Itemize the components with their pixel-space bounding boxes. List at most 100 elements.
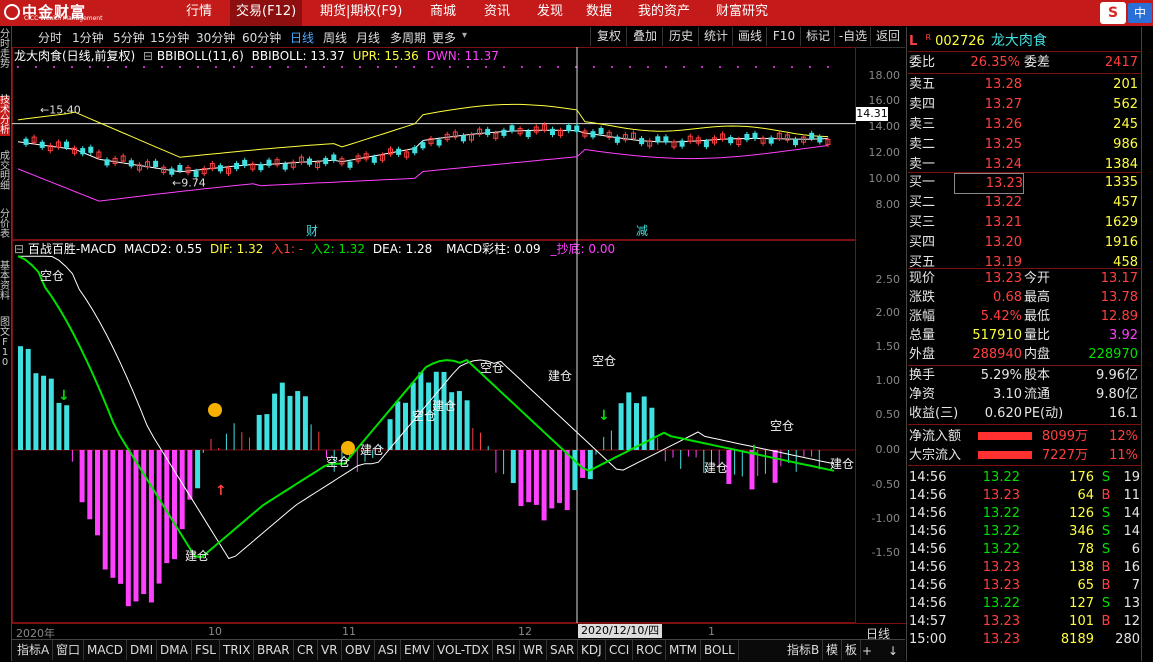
indicator-tab-cr[interactable]: CR	[294, 640, 318, 660]
candle-body	[128, 160, 134, 167]
indicator-tab-kdj[interactable]: KDJ	[578, 640, 606, 660]
indicator-right-tab-2[interactable]: 板	[842, 640, 862, 660]
menu-item-2[interactable]: 期货|期权(F9)	[314, 0, 408, 26]
toolbar-btn-3[interactable]: 统计	[698, 27, 733, 46]
flow-row-1: 大宗流入 7227万 11%	[908, 446, 1142, 465]
top-dot	[341, 66, 343, 68]
menu-item-6[interactable]: 数据	[580, 0, 618, 26]
search-icon[interactable]: S	[1100, 2, 1126, 24]
more-chevron-icon[interactable]: ▾	[462, 30, 467, 41]
candle-body	[64, 141, 69, 148]
period-tab-2[interactable]: 5分钟	[113, 28, 145, 48]
left-tab-0[interactable]: 分时走势	[0, 30, 10, 70]
indicator-tab-voltdx[interactable]: VOL-TDX	[434, 640, 493, 660]
flow-value: 8099万	[1041, 429, 1088, 444]
menu-item-8[interactable]: 财富研究	[710, 0, 774, 26]
macd-chart[interactable]: ↓↑↓↓空仓空仓 空仓空仓空仓空仓建仓建仓建仓建仓建仓 建仓	[12, 240, 856, 623]
quote-label-a: 外盘	[909, 347, 936, 362]
tick-time: 14:56	[909, 596, 947, 611]
period-tab-4[interactable]: 30分钟	[196, 28, 235, 48]
indicator-tab-roc[interactable]: ROC	[633, 640, 667, 660]
indicator-tab-fsl[interactable]: FSL	[192, 640, 220, 660]
tick-row-6: 14:56 13.23 65 B 7	[908, 576, 1142, 595]
indicator-tab-brar[interactable]: BRAR	[254, 640, 294, 660]
tick-price: 13.22	[982, 524, 1020, 539]
menu-item-3[interactable]: 商城	[424, 0, 462, 26]
macd-bar	[256, 414, 262, 450]
indicator-tab-wr[interactable]: WR	[520, 640, 548, 660]
left-tab-2[interactable]: 成交明细	[0, 152, 10, 192]
macd-ytick-8: -1.50	[871, 546, 900, 559]
menu-item-1[interactable]: 交易(F12)	[230, 0, 303, 26]
tabs-more-icon[interactable]: ↓	[888, 644, 898, 658]
indicator-tab-rsi[interactable]: RSI	[493, 640, 520, 660]
indicator-tab-vr[interactable]: VR	[318, 640, 342, 660]
toolbar-btn-2[interactable]: 历史	[662, 27, 699, 46]
weibi-value: 26.35%	[970, 55, 1020, 70]
indicator-tab-mtm[interactable]: MTM	[666, 640, 702, 660]
period-tab-8[interactable]: 月线	[356, 28, 380, 48]
tabs-add-icon[interactable]: +	[862, 644, 872, 658]
left-tab-3[interactable]: 分价表	[0, 210, 10, 240]
menu-item-0[interactable]: 行情	[180, 0, 218, 26]
left-tab-1[interactable]: 技术分析	[0, 96, 10, 136]
indicator-right-tab-1[interactable]: 模	[823, 640, 843, 660]
menu-item-5[interactable]: 发现	[531, 0, 569, 26]
stock-header: L R 002726 龙大肉食	[909, 30, 1047, 50]
top-dot	[71, 66, 73, 68]
tick-count: 19	[1123, 470, 1140, 485]
toolbar-btn-5[interactable]: F10	[766, 27, 801, 46]
indicator-tab-trix[interactable]: TRIX	[220, 640, 255, 660]
top-dot	[611, 66, 613, 68]
toolbar-btn-1[interactable]: 叠加	[626, 27, 663, 46]
period-tab-0[interactable]: 分时	[38, 28, 62, 48]
toolbar-btn-8[interactable]: 返回	[870, 27, 905, 46]
indicator-tab-macd[interactable]: MACD	[84, 640, 127, 660]
period-tab-1[interactable]: 1分钟	[72, 28, 104, 48]
candle-body	[88, 146, 94, 153]
indicator-tab-boll[interactable]: BOLL	[701, 640, 739, 660]
indicator-tab-sar[interactable]: SAR	[547, 640, 579, 660]
indicator-tab-dmi[interactable]: DMI	[127, 640, 158, 660]
macd-bar	[233, 423, 235, 450]
period-tab-7[interactable]: 周线	[323, 28, 347, 48]
period-tab-5[interactable]: 60分钟	[242, 28, 281, 48]
indicator-right-tab-0[interactable]: 指标B	[784, 640, 824, 660]
indicator-tab-a[interactable]: 指标A	[14, 640, 54, 660]
indicator-tab-cci[interactable]: CCI	[606, 640, 634, 660]
menu-item-7[interactable]: 我的资产	[632, 0, 696, 26]
top-dot	[35, 66, 37, 68]
tick-row-9: 15:00 13.23 8189 280	[908, 630, 1142, 649]
macd-bar	[403, 402, 408, 450]
candle-body	[679, 140, 685, 147]
toolbar-btn-7[interactable]: -自选	[834, 27, 871, 46]
toolbar-btn-4[interactable]: 画线	[732, 27, 767, 46]
period-tab-3[interactable]: 15分钟	[150, 28, 189, 48]
signal-label-kongcang: 空仓	[592, 354, 616, 368]
indicator-tab-dma[interactable]: DMA	[157, 640, 192, 660]
toolbar-btn-6[interactable]: 标记	[800, 27, 835, 46]
event-marker-cai[interactable]: 财	[306, 222, 318, 239]
top-dot	[449, 66, 451, 68]
smiley-icon	[208, 403, 222, 417]
candle-body	[266, 159, 272, 166]
event-marker-jian[interactable]: 减	[636, 222, 648, 239]
language-switch[interactable]: 中	[1128, 3, 1152, 23]
indicator-tab-[interactable]: 窗口	[53, 640, 85, 660]
candle-body	[590, 131, 596, 138]
candle-body	[23, 138, 29, 145]
period-tab-6[interactable]: 日线	[290, 28, 314, 48]
candle-body	[412, 147, 418, 154]
toolbar-btn-0[interactable]: 复权	[590, 27, 627, 46]
indicator-tab-emv[interactable]: EMV	[401, 640, 435, 660]
kline-chart[interactable]: ←15.40 ←9.74	[12, 47, 856, 240]
flow-bar	[978, 432, 1032, 440]
left-tab-5[interactable]: 图文F10	[0, 318, 10, 368]
left-tab-4[interactable]: 基本资料	[0, 262, 10, 302]
candle-body	[598, 127, 604, 135]
menu-item-4[interactable]: 资讯	[478, 0, 516, 26]
indicator-tab-obv[interactable]: OBV	[342, 640, 375, 660]
indicator-tab-asi[interactable]: ASI	[375, 640, 402, 660]
period-tab-9[interactable]: 多周期	[390, 28, 426, 48]
period-tab-10[interactable]: 更多	[432, 28, 456, 48]
